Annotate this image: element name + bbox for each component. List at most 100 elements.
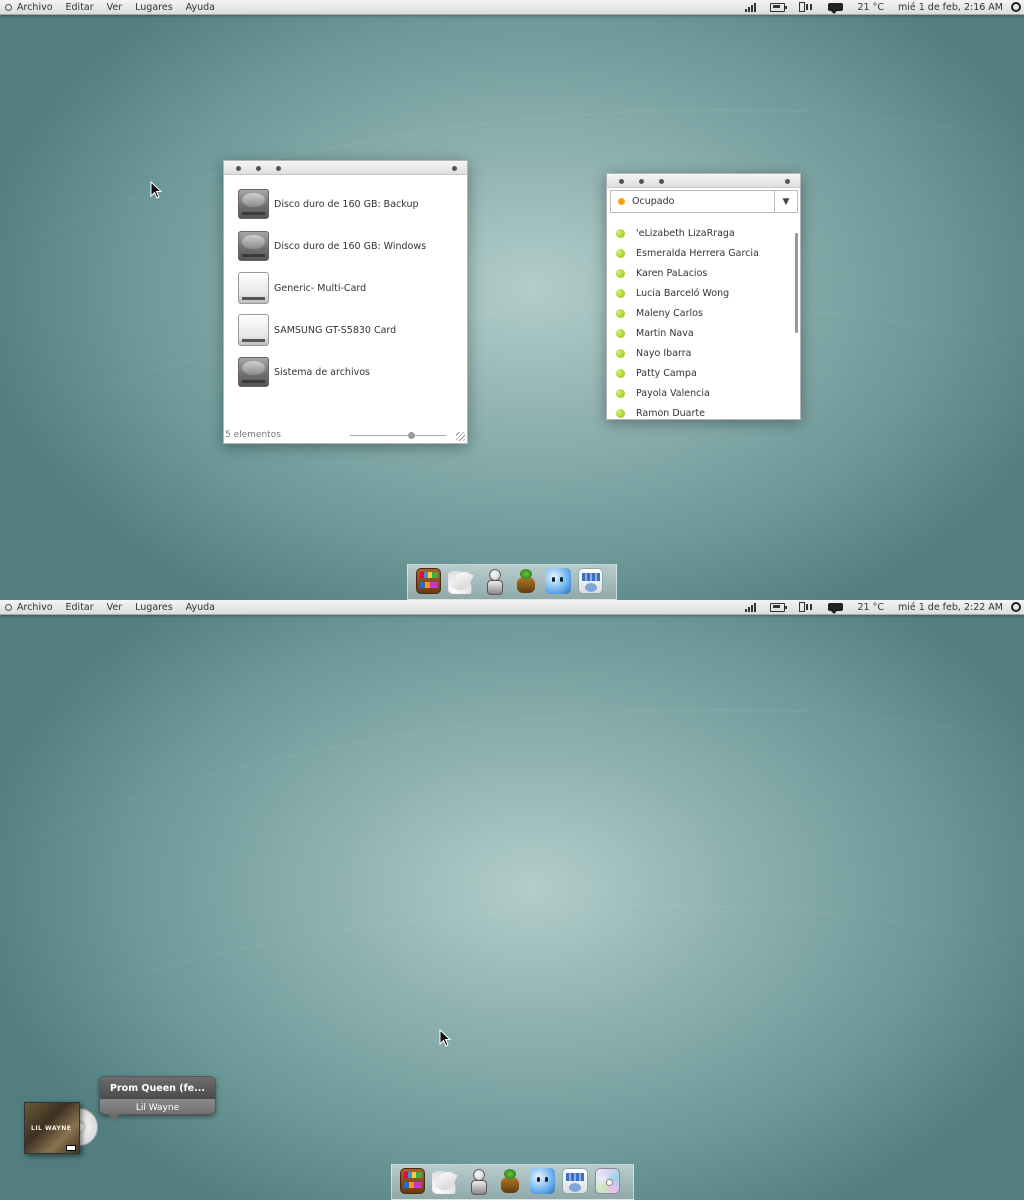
menu-ayuda[interactable]: Ayuda [186,2,215,13]
disks-icon[interactable] [562,1168,588,1194]
album-cover[interactable]: LIL WAYNE [24,1102,80,1154]
close-icon[interactable] [619,179,624,184]
maximize-icon[interactable] [276,166,281,171]
online-status-icon [616,308,625,318]
contact-item[interactable]: Karen PaLacios [616,263,707,283]
bookshelf-icon[interactable] [416,568,442,594]
menu-editar[interactable]: Editar [66,2,94,13]
status-bar: 5 elementos [224,427,467,443]
contact-item[interactable]: Esmeralda Herrera Garcia [616,243,759,263]
robot-icon[interactable] [465,1168,490,1195]
contacts-window: Ocupado ▼ 'eLizabeth LizaRraga Esmeralda… [606,173,801,420]
card-reader-icon [238,314,269,346]
drive-name: Generic- Multi-Card [274,282,367,294]
minimize-icon[interactable] [639,179,644,184]
network-icon[interactable] [799,2,815,12]
parental-advisory-icon [66,1145,76,1151]
search-icon[interactable] [1011,2,1021,12]
blue-face-icon[interactable] [545,568,571,594]
online-status-icon [616,368,625,378]
network-icon[interactable] [799,602,815,612]
minimize-icon[interactable] [256,166,261,171]
menu-ver[interactable]: Ver [107,2,123,13]
contact-name: Lucia Barceló Wong [636,287,730,299]
menu-archivo[interactable]: Archivo [17,602,53,613]
contact-item[interactable]: Ramon Duarte [616,403,705,419]
maximize-icon[interactable] [659,179,664,184]
drive-item[interactable]: Generic- Multi-Card [238,271,366,305]
online-status-icon [616,328,625,338]
search-icon[interactable] [1011,602,1021,612]
contacts-window-titlebar[interactable] [607,174,800,188]
robot-icon[interactable] [481,568,506,595]
contact-item[interactable]: Maleny Carlos [616,303,703,323]
desktop-top: Archivo Editar Ver Lugares Ayuda 21 °C m… [0,0,1024,600]
messaging-icon[interactable] [828,3,844,14]
drives-window: Disco duro de 160 GB: Backup Disco duro … [223,160,468,444]
online-status-icon [616,388,625,398]
menu-lugares[interactable]: Lugares [135,602,173,613]
zoom-slider[interactable] [350,432,446,439]
signal-icon[interactable] [745,2,757,12]
notification-tail [107,1113,119,1123]
dock [391,1164,634,1200]
online-status-icon [616,288,625,298]
contact-item[interactable]: Martin Nava [616,323,694,343]
dropdown-arrow-icon[interactable]: ▼ [774,191,797,212]
clock[interactable]: mié 1 de feb, 2:22 AM [898,602,1003,613]
battery-icon[interactable] [770,2,788,12]
item-count: 5 elementos [225,430,281,440]
menu-ayuda[interactable]: Ayuda [186,602,215,613]
top-panel: Archivo Editar Ver Lugares Ayuda 21 °C m… [0,600,1024,615]
contact-item[interactable]: Patty Campa [616,363,697,383]
signal-icon[interactable] [745,602,757,612]
window-menu-icon[interactable] [452,166,457,171]
clock[interactable]: mié 1 de feb, 2:16 AM [898,2,1003,13]
contact-item[interactable]: 'eLizabeth LizaRraga [616,223,735,243]
top-panel: Archivo Editar Ver Lugares Ayuda 21 °C m… [0,0,1024,15]
drives-window-titlebar[interactable] [224,161,467,175]
contact-item[interactable]: Payola Valencia [616,383,710,403]
drive-name: Sistema de archivos [274,366,370,378]
contact-name: 'eLizabeth LizaRraga [636,227,735,239]
messaging-icon[interactable] [828,603,844,614]
status-selector[interactable]: Ocupado ▼ [610,190,798,213]
system-logo-icon[interactable] [5,3,12,11]
contact-name: Maleny Carlos [636,307,703,319]
plant-pot-icon[interactable] [497,1168,522,1194]
weather-temperature[interactable]: 21 °C [857,2,884,13]
contact-name: Martin Nava [636,327,694,339]
resize-grip-icon[interactable] [456,432,465,441]
menu-editar[interactable]: Editar [66,602,94,613]
menu-lugares[interactable]: Lugares [135,2,173,13]
contact-item[interactable]: Nayo Ibarra [616,343,692,363]
drive-item[interactable]: Disco duro de 160 GB: Backup [238,187,419,221]
online-status-icon [616,228,625,238]
system-logo-icon[interactable] [5,603,12,611]
battery-icon[interactable] [770,602,788,612]
close-icon[interactable] [236,166,241,171]
zoom-slider-handle[interactable] [408,432,415,439]
contact-name: Karen PaLacios [636,267,708,279]
status-label: Ocupado [632,196,675,207]
plant-pot-icon[interactable] [513,568,538,594]
drive-item[interactable]: SAMSUNG GT-S5830 Card [238,313,396,347]
wing-icon[interactable] [432,1168,458,1194]
menu-archivo[interactable]: Archivo [17,2,53,13]
scrollbar[interactable] [795,233,798,333]
drive-item[interactable]: Sistema de archivos [238,355,370,389]
window-menu-icon[interactable] [785,179,790,184]
online-status-icon [616,408,625,418]
blue-face-icon[interactable] [529,1168,556,1194]
contact-item[interactable]: Lucia Barceló Wong [616,283,729,303]
menu-ver[interactable]: Ver [107,602,123,613]
wing-icon[interactable] [448,568,474,594]
drive-item[interactable]: Disco duro de 160 GB: Windows [238,229,426,263]
bookshelf-icon[interactable] [400,1168,426,1194]
disks-icon[interactable] [577,568,603,594]
card-reader-icon [238,272,269,304]
track-title: Prom Queen (fe... [100,1077,215,1099]
drive-name: SAMSUNG GT-S5830 Card [274,324,397,336]
cd-icon[interactable] [594,1168,620,1194]
weather-temperature[interactable]: 21 °C [857,602,884,613]
